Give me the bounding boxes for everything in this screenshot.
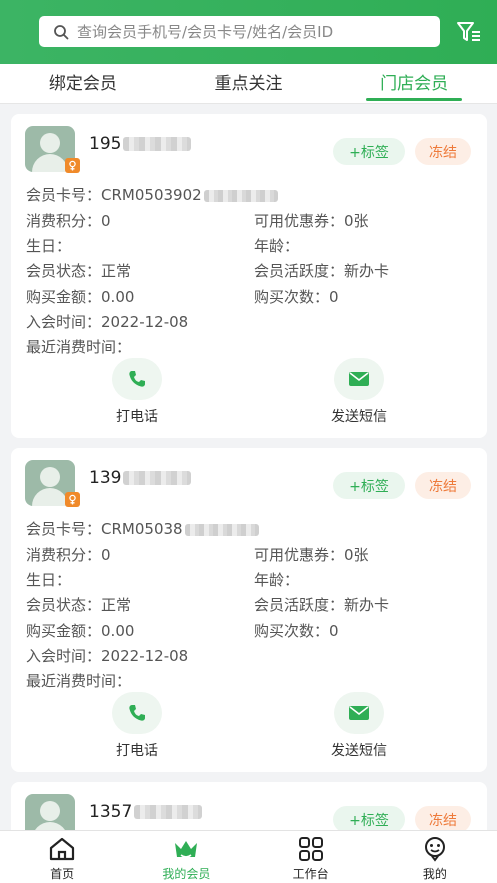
tab-store-members[interactable]: 门店会员 [331,64,497,103]
sms-button[interactable]: 发送短信 [314,358,404,426]
masked-card [184,523,259,536]
nav-home[interactable]: 首页 [0,831,124,883]
bottom-nav: 首页 我的会员 工作台 我的 [0,830,497,883]
add-tag-button[interactable]: +标签 [333,472,405,499]
member-status: 会员状态：正常 [26,262,132,280]
add-tag-button[interactable]: +标签 [333,806,405,833]
nav-my-members[interactable]: 我的会员 [124,831,248,883]
points: 消费积分：0 [26,212,111,230]
member-card: 139 +标签 冻结 会员卡号：CRM05038 消费积分：0 可用优惠券：0张… [11,448,487,772]
masked-phone [123,137,192,151]
search-bar[interactable]: 查询会员手机号/会员卡号/姓名/会员ID [39,16,440,47]
purchase-count: 购买次数：0 [254,288,339,306]
sms-button[interactable]: 发送短信 [314,692,404,760]
filter-icon[interactable] [456,20,482,44]
call-button[interactable]: 打电话 [92,358,182,426]
coupons: 可用优惠券：0张 [254,546,369,564]
birthday: 生日： [26,571,72,589]
member-status: 会员状态：正常 [26,596,132,614]
nav-mine[interactable]: 我的 [373,831,497,883]
member-card: 195 +标签 冻结 会员卡号：CRM0503902 消费积分：0 可用优惠券：… [11,114,487,438]
join-date: 入会时间：2022-12-08 [26,313,189,331]
tab-bar: 绑定会员 重点关注 门店会员 [0,64,497,104]
card-number: 会员卡号：CRM0503902 [26,184,278,205]
gender-badge-icon [65,158,80,173]
last-purchase: 最近消费时间： [26,672,132,690]
purchase-count: 购买次数：0 [254,622,339,640]
gender-badge-icon [65,492,80,507]
crown-icon [175,841,198,858]
phone-icon [129,371,145,387]
age: 年龄： [254,237,300,255]
member-phone: 1357 [89,802,203,822]
freeze-button[interactable]: 冻结 [415,138,471,165]
card-number: 会员卡号：CRM05038 [26,518,259,539]
points: 消费积分：0 [26,546,111,564]
add-tag-button[interactable]: +标签 [333,138,405,165]
purchase-amount: 购买金额：0.00 [26,288,135,306]
freeze-button[interactable]: 冻结 [415,806,471,833]
masked-card [203,189,278,202]
tab-key-focus[interactable]: 重点关注 [166,64,332,103]
member-activity: 会员活跃度：新办卡 [254,262,390,280]
join-date: 入会时间：2022-12-08 [26,647,189,665]
freeze-button[interactable]: 冻结 [415,472,471,499]
call-button[interactable]: 打电话 [92,692,182,760]
member-phone: 139 [89,468,192,488]
last-purchase: 最近消费时间： [26,338,132,356]
mail-icon [349,706,369,720]
phone-icon [129,705,145,721]
smile-icon [424,837,445,862]
nav-workbench[interactable]: 工作台 [249,831,373,883]
search-icon [54,24,69,39]
coupons: 可用优惠券：0张 [254,212,369,230]
member-phone: 195 [89,134,192,154]
search-input[interactable]: 查询会员手机号/会员卡号/姓名/会员ID [77,21,333,42]
mail-icon [349,372,369,386]
masked-phone [134,805,203,819]
member-activity: 会员活跃度：新办卡 [254,596,390,614]
birthday: 生日： [26,237,72,255]
purchase-amount: 购买金额：0.00 [26,622,135,640]
home-icon [50,837,75,861]
masked-phone [123,471,192,485]
grid-icon [298,837,323,861]
header: 查询会员手机号/会员卡号/姓名/会员ID [0,0,497,64]
tab-bound-members[interactable]: 绑定会员 [0,64,166,103]
age: 年龄： [254,571,300,589]
